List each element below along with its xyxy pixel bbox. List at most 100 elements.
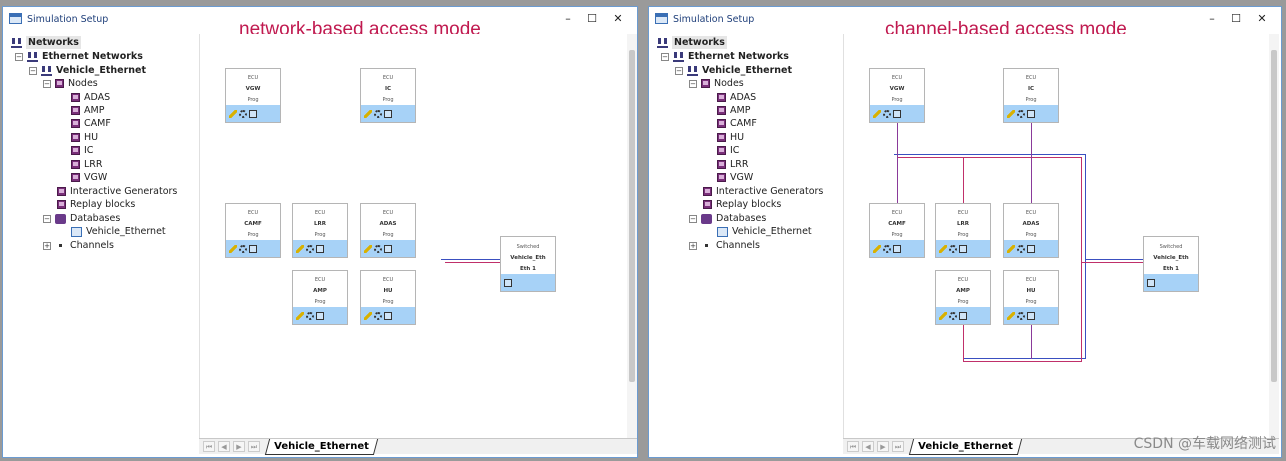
collapse-toggle[interactable]: − [29, 66, 37, 75]
ecu-camf[interactable]: ECU CAMF Prog [225, 203, 281, 258]
tree-item-node[interactable]: AMP [717, 104, 750, 117]
nav-next-button[interactable]: ▶ [877, 441, 889, 452]
topology-canvas[interactable]: ECU VGW Prog ECU IC Prog ECU CAMF Prog E… [843, 34, 1267, 438]
tree-item-database[interactable]: Vehicle_Ethernet [71, 225, 166, 238]
tree-item-databases[interactable]: − Databases [43, 212, 120, 225]
pencil-icon[interactable] [296, 244, 304, 253]
pencil-icon[interactable] [296, 311, 304, 320]
tree-item-node[interactable]: AMP [71, 104, 104, 117]
monitor-icon[interactable] [893, 244, 901, 253]
gear-icon[interactable] [374, 244, 382, 253]
tree-item-interactive-generators[interactable]: Interactive Generators [703, 185, 823, 198]
vertical-scrollbar[interactable] [627, 34, 637, 438]
monitor-icon[interactable] [1027, 109, 1035, 118]
pencil-icon[interactable] [939, 244, 947, 253]
nav-next-button[interactable]: ▶ [233, 441, 245, 452]
ecu-amp[interactable]: ECU AMP Prog [935, 270, 991, 325]
tree-item-node[interactable]: ADAS [717, 91, 756, 104]
tree-item-node[interactable]: IC [71, 144, 93, 157]
gear-icon[interactable] [1017, 244, 1025, 253]
ecu-lrr[interactable]: ECU LRR Prog [292, 203, 348, 258]
ecu-adas[interactable]: ECU ADAS Prog [360, 203, 416, 258]
monitor-icon[interactable] [959, 311, 967, 320]
monitor-icon[interactable] [316, 244, 324, 253]
pencil-icon[interactable] [229, 109, 237, 118]
monitor-icon[interactable] [249, 244, 257, 253]
tree-item-node[interactable]: ADAS [71, 91, 110, 104]
ecu-hu[interactable]: ECU HU Prog [360, 270, 416, 325]
nav-prev-button[interactable]: ◀ [862, 441, 874, 452]
expand-toggle[interactable]: + [43, 241, 51, 250]
ecu-lrr[interactable]: ECU LRR Prog [935, 203, 991, 258]
tree-item-node[interactable]: CAMF [717, 117, 757, 130]
vertical-scrollbar[interactable] [1269, 34, 1279, 438]
ecu-hu[interactable]: ECU HU Prog [1003, 270, 1059, 325]
pencil-icon[interactable] [364, 244, 372, 253]
gear-icon[interactable] [374, 311, 382, 320]
expand-toggle[interactable]: + [689, 241, 697, 250]
collapse-toggle[interactable]: − [689, 214, 697, 223]
tree-item-node[interactable]: VGW [717, 171, 753, 184]
tree-item-ethernet-networks[interactable]: − Ethernet Networks [661, 50, 789, 63]
pencil-icon[interactable] [1007, 109, 1015, 118]
nav-last-button[interactable]: ⏭ [248, 441, 260, 452]
tree-item-channels[interactable]: + Channels [689, 239, 760, 252]
tree-item-replay-blocks[interactable]: Replay blocks [57, 198, 135, 211]
gear-icon[interactable] [1017, 109, 1025, 118]
nav-first-button[interactable]: ⏮ [847, 441, 859, 452]
pencil-icon[interactable] [873, 109, 881, 118]
pencil-icon[interactable] [939, 311, 947, 320]
gear-icon[interactable] [1017, 311, 1025, 320]
tree-item-nodes[interactable]: − Nodes [43, 77, 98, 90]
gear-icon[interactable] [883, 109, 891, 118]
nav-prev-button[interactable]: ◀ [218, 441, 230, 452]
collapse-toggle[interactable]: − [43, 214, 51, 223]
ecu-ic[interactable]: ECU IC Prog [1003, 68, 1059, 123]
nav-first-button[interactable]: ⏮ [203, 441, 215, 452]
gear-icon[interactable] [883, 244, 891, 253]
gear-icon[interactable] [239, 109, 247, 118]
tree-item-node[interactable]: LRR [71, 158, 103, 171]
tree-item-node[interactable]: CAMF [71, 117, 111, 130]
tree-item-nodes[interactable]: − Nodes [689, 77, 744, 90]
monitor-icon[interactable] [959, 244, 967, 253]
scroll-thumb[interactable] [1271, 50, 1277, 382]
scroll-thumb[interactable] [629, 50, 635, 382]
ecu-amp[interactable]: ECU AMP Prog [292, 270, 348, 325]
collapse-toggle[interactable]: − [689, 79, 697, 88]
ecu-ic[interactable]: ECU IC Prog [360, 68, 416, 123]
monitor-icon[interactable] [384, 244, 392, 253]
minimize-button[interactable]: – [1201, 11, 1223, 27]
minimize-button[interactable]: – [557, 11, 579, 27]
tree-item-channels[interactable]: + Channels [43, 239, 114, 252]
close-button[interactable]: ✕ [607, 11, 629, 27]
monitor-icon[interactable] [1027, 244, 1035, 253]
tab-vehicle-ethernet[interactable]: Vehicle_Ethernet [264, 439, 378, 455]
tree-item-databases[interactable]: − Databases [689, 212, 766, 225]
tree-item-vehicle-ethernet[interactable]: − Vehicle_Ethernet [675, 64, 792, 77]
gear-icon[interactable] [306, 244, 314, 253]
pencil-icon[interactable] [364, 109, 372, 118]
tree-item-database[interactable]: Vehicle_Ethernet [717, 225, 812, 238]
pencil-icon[interactable] [229, 244, 237, 253]
tree-item-node[interactable]: VGW [71, 171, 107, 184]
monitor-icon[interactable] [893, 109, 901, 118]
tab-vehicle-ethernet[interactable]: Vehicle_Ethernet [908, 439, 1022, 455]
collapse-toggle[interactable]: − [661, 52, 669, 61]
gear-icon[interactable] [306, 311, 314, 320]
ecu-vgw[interactable]: ECU VGW Prog [225, 68, 281, 123]
monitor-icon[interactable] [384, 311, 392, 320]
tree-item-networks[interactable]: Networks [657, 36, 727, 49]
maximize-button[interactable]: ☐ [1225, 11, 1247, 27]
monitor-icon[interactable] [384, 109, 392, 118]
monitor-icon[interactable] [1027, 311, 1035, 320]
tree-item-node[interactable]: HU [71, 131, 98, 144]
collapse-toggle[interactable]: − [15, 52, 23, 61]
tree-item-node[interactable]: LRR [717, 158, 749, 171]
close-button[interactable]: ✕ [1251, 11, 1273, 27]
monitor-icon[interactable] [504, 278, 512, 287]
monitor-icon[interactable] [249, 109, 257, 118]
collapse-toggle[interactable]: − [43, 79, 51, 88]
tree-item-replay-blocks[interactable]: Replay blocks [703, 198, 781, 211]
nav-last-button[interactable]: ⏭ [892, 441, 904, 452]
